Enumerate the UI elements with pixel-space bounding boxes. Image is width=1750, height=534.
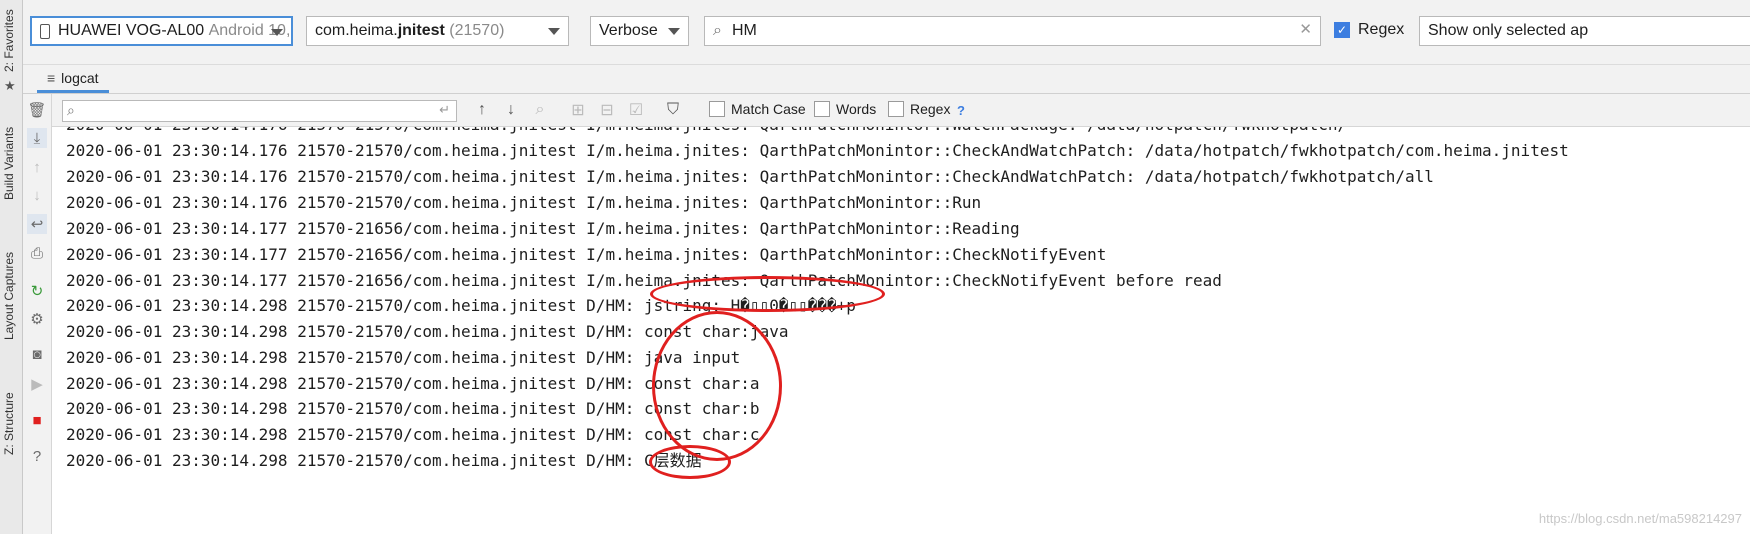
- log-line: 2020-06-01 23:30:14.177 21570-21656/com.…: [66, 245, 1107, 264]
- regex-help-link[interactable]: ?: [957, 103, 965, 118]
- tab-logcat-label: logcat: [61, 69, 99, 86]
- previous-occurrence-icon[interactable]: ↑: [470, 98, 494, 122]
- log-line: 2020-06-01 23:30:14.298 21570-21570/com.…: [66, 451, 702, 470]
- regex-label: Regex: [1358, 21, 1405, 38]
- restart-icon[interactable]: ↻: [27, 281, 47, 301]
- words-checkbox[interactable]: Words: [814, 101, 876, 117]
- search-icon: ⌕: [67, 102, 75, 118]
- trash-icon[interactable]: 🗑: [27, 100, 47, 120]
- words-label: Words: [836, 101, 877, 117]
- log-line: 2020-06-01 23:30:14.176 21570-21570/com.…: [66, 193, 982, 212]
- match-case-checkbox[interactable]: Match Case: [709, 101, 806, 117]
- select-all-occurrences-icon[interactable]: ⌕: [528, 98, 552, 122]
- scroll-to-end-icon[interactable]: ⤓: [27, 128, 47, 148]
- match-case-label: Match Case: [731, 101, 806, 117]
- log-line: 2020-06-01 23:30:14.177 21570-21656/com.…: [66, 271, 1222, 290]
- left-tool-strip: 2: Favorites ★ Build Variants Layout Cap…: [0, 0, 23, 534]
- filter-icon[interactable]: ⛉: [661, 98, 685, 122]
- down-arrow-icon[interactable]: ↓: [27, 185, 47, 205]
- log-line: 2020-06-01 23:30:14.176 21570-21570/com.…: [66, 167, 1434, 186]
- process-selector[interactable]: com.heima. jnitest (21570): [306, 16, 569, 46]
- regex-toggle[interactable]: ✓ Regex: [1334, 21, 1404, 39]
- remove-occurrence-icon[interactable]: ⊟: [595, 98, 619, 122]
- checkbox-icon: [888, 101, 904, 117]
- camera-icon[interactable]: ◙: [27, 344, 47, 364]
- gear-icon[interactable]: ⚙: [27, 309, 47, 329]
- log-output[interactable]: 2020-06-01 23:30:14.176 21570-21570/com.…: [52, 127, 1750, 534]
- record-video-icon[interactable]: ▶: [27, 374, 47, 394]
- stop-icon[interactable]: ■: [27, 410, 47, 430]
- phone-icon: [40, 23, 50, 39]
- select-all-icon[interactable]: ☑: [624, 98, 648, 122]
- layout-captures-tab[interactable]: Layout Captures: [2, 252, 16, 340]
- log-line: 2020-06-01 23:30:14.176 21570-21570/com.…: [66, 141, 1569, 160]
- chevron-down-icon: [548, 28, 560, 35]
- soft-wrap-icon[interactable]: ↩: [27, 214, 47, 234]
- process-name-prefix: com.heima.: [315, 22, 398, 39]
- process-pid: (21570): [449, 22, 505, 39]
- structure-tab[interactable]: Z: Structure: [2, 392, 16, 455]
- filter-config-selector[interactable]: Show only selected ap: [1419, 16, 1750, 46]
- annotation-ellipse-jstring: [650, 276, 885, 312]
- find-regex-label: Regex: [910, 101, 951, 117]
- device-selector[interactable]: HUAWEI VOG-AL00 Android 10,: [30, 16, 293, 46]
- tab-logcat[interactable]: ≡ logcat: [37, 65, 109, 93]
- watermark: https://blog.csdn.net/ma598214297: [1538, 511, 1742, 526]
- up-arrow-icon[interactable]: ↑: [27, 157, 47, 177]
- logcat-actions-column: 🗑 ⤓ ↑ ↓ ↩ ⎙ ↻ ⚙ ◙ ▶ ■ ?: [23, 94, 52, 534]
- clear-icon[interactable]: ✕: [1299, 20, 1312, 38]
- filter-option-value: Show only selected ap: [1428, 22, 1589, 39]
- star-icon: ★: [4, 78, 16, 93]
- log-level-selector[interactable]: Verbose: [590, 16, 689, 46]
- log-line: 2020-06-01 23:30:14.298 21570-21570/com.…: [66, 348, 741, 367]
- chevron-down-icon: [271, 29, 283, 36]
- annotation-ellipse-c-layer: [649, 445, 731, 479]
- logcat-toolbar: HUAWEI VOG-AL00 Android 10, com.heima. jn…: [23, 0, 1750, 65]
- device-name: HUAWEI VOG-AL00: [58, 22, 205, 39]
- process-name-bold: jnitest: [397, 22, 445, 39]
- log-line: 2020-06-01 23:30:14.177 21570-21656/com.…: [66, 219, 1020, 238]
- log-search-input[interactable]: ⌕ HM ✕: [704, 16, 1321, 46]
- find-input[interactable]: ⌕ ↵: [62, 100, 457, 122]
- favorites-tab[interactable]: 2: Favorites: [2, 9, 16, 72]
- next-occurrence-icon[interactable]: ↓: [499, 98, 523, 122]
- checkbox-icon: [814, 101, 830, 117]
- tool-window-tabs: ≡ logcat: [23, 65, 1750, 94]
- return-icon: ↵: [439, 102, 450, 117]
- checkbox-icon: [709, 101, 725, 117]
- log-line: 2020-06-01 23:30:14.298 21570-21570/com.…: [66, 425, 760, 444]
- lines-icon: ≡: [47, 69, 56, 86]
- search-icon: ⌕: [713, 22, 722, 39]
- help-icon[interactable]: ?: [27, 446, 47, 466]
- checkmark-icon: ✓: [1334, 22, 1350, 38]
- chevron-down-icon: [668, 28, 680, 35]
- annotation-ellipse-const-chars: [652, 311, 782, 461]
- log-search-value: HM: [731, 22, 757, 39]
- find-regex-checkbox[interactable]: Regex: [888, 101, 950, 117]
- log-line: 2020-06-01 23:30:14.176 21570-21570/com.…: [66, 127, 1347, 135]
- find-bar: ⌕ ↵ ↑ ↓ ⌕ ⊞ ⊟ ☑ ⛉ Match Case Words Regex…: [52, 94, 1750, 127]
- build-variants-tab[interactable]: Build Variants: [2, 127, 16, 200]
- log-level-value: Verbose: [599, 22, 658, 39]
- add-occurrence-icon[interactable]: ⊞: [566, 98, 590, 122]
- print-icon[interactable]: ⎙: [27, 243, 47, 263]
